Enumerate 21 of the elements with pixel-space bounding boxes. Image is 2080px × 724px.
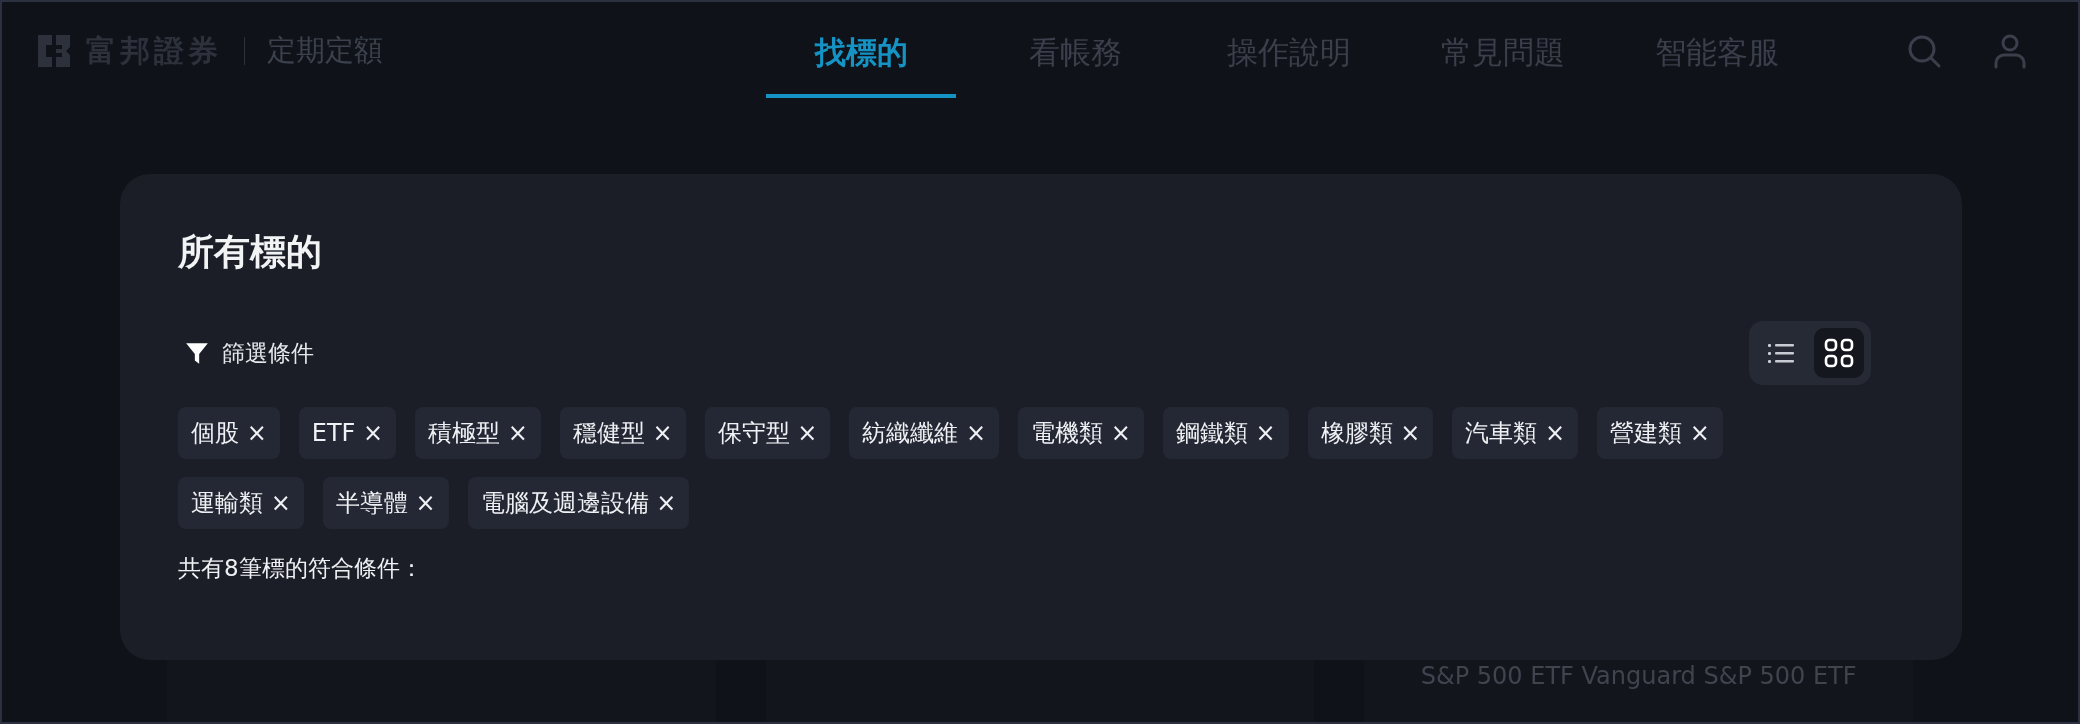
filter-tag[interactable]: 積極型 × (415, 407, 541, 459)
grid-view-button[interactable] (1814, 328, 1864, 378)
filter-tag[interactable]: 半導體 × (322, 477, 449, 529)
filter-tag[interactable]: 營建類 × (1597, 407, 1723, 459)
filter-tag[interactable]: 個股 × (178, 407, 280, 459)
panel-title: 所有標的 (178, 230, 323, 274)
nav-tab[interactable]: 找標的 (766, 10, 956, 98)
filter-tag[interactable]: 運輸類 × (178, 477, 304, 529)
filter-tag[interactable]: 穩健型 × (559, 407, 686, 459)
grid-icon (1824, 338, 1854, 368)
filter-tag[interactable]: 紡織纖維 × (849, 407, 1000, 459)
filter-icon[interactable] (184, 340, 210, 366)
filter-tag[interactable]: 橡膠類 × (1307, 407, 1434, 459)
filter-tag[interactable]: 電機類 × (1018, 407, 1144, 459)
filter-tag[interactable]: 電腦及週邊設備 × (467, 477, 690, 529)
filter-tag[interactable]: 鋼鐵類 × (1162, 407, 1289, 459)
filter-tag[interactable]: ETF × (298, 407, 397, 459)
filter-tag[interactable]: 汽車類 × (1452, 407, 1579, 459)
filter-tag[interactable]: 保守型 × (704, 407, 831, 459)
result-count: 共有8筆標的符合條件： (178, 554, 424, 583)
filter-label[interactable]: 篩選條件 (222, 337, 314, 369)
